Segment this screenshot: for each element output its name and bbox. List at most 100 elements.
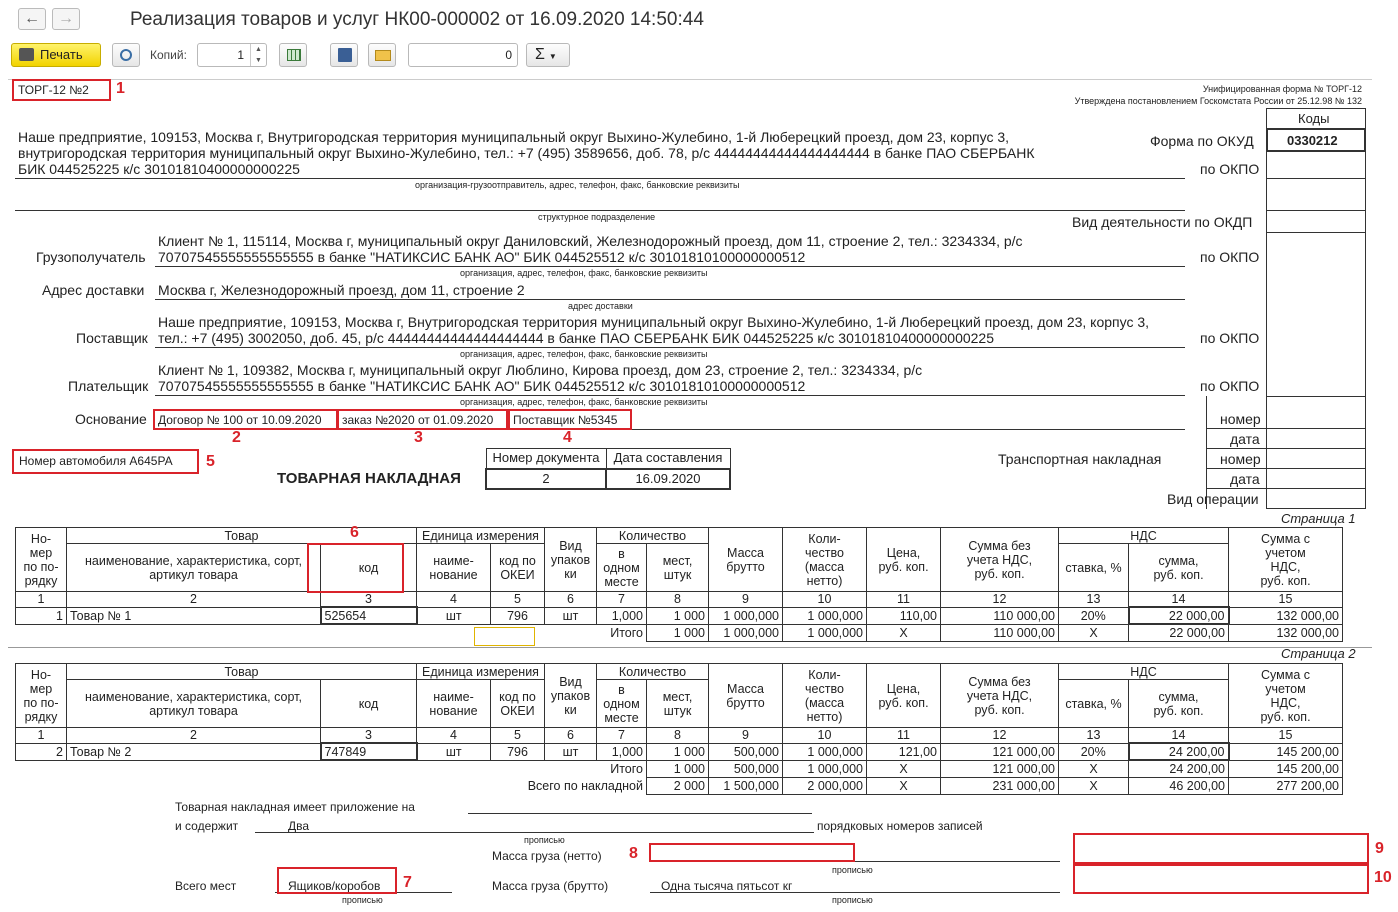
row-cell: 145 200,00 [1228, 742, 1343, 761]
column-number: 1 [15, 727, 67, 744]
contains-label: и содержит [175, 819, 239, 833]
header-sum-no-vat: Сумма без учета НДС, руб. коп. [940, 527, 1059, 592]
copies-input[interactable]: 1 ▲ ▼ [197, 43, 267, 67]
header-rate: ставка, % [1058, 679, 1129, 728]
header-qty: Количество [596, 663, 709, 680]
header-price: Цена, руб. коп. [866, 527, 941, 592]
row-cell: 1 000,000 [782, 606, 867, 625]
doc-number: 2 [485, 467, 607, 490]
delivery-label: Адрес доставки [42, 282, 145, 298]
column-number: 3 [320, 727, 417, 744]
back-button[interactable]: ← [18, 8, 46, 30]
totals-cell: 110 000,00 [940, 623, 1059, 642]
column-number: 7 [596, 591, 647, 608]
column-number: 11 [866, 727, 941, 744]
column-number: 1 [15, 591, 67, 608]
header-net: Коли-чество (масса нетто) [782, 527, 867, 592]
sum-dropdown[interactable]: Σ ▼ [526, 43, 570, 67]
row-cell: 500,000 [708, 742, 783, 761]
page-1-label: Страница 1 [1281, 511, 1356, 526]
annotation-box-9 [1073, 833, 1369, 864]
header-price: Цена, руб. коп. [866, 663, 941, 728]
row-cell: 121,00 [866, 742, 941, 761]
okpo-label-2: по ОКПО [1200, 249, 1260, 265]
consignee-line-1: Клиент № 1, 115114, Москва г, муниципаль… [158, 233, 1023, 249]
row-cell: шт [544, 606, 597, 625]
records-label: порядковых номеров записей [817, 819, 983, 833]
totals-cell: 121 000,00 [940, 759, 1059, 778]
forward-button[interactable]: → [52, 8, 80, 30]
annotation-box-8 [649, 843, 855, 862]
row-cell: Товар № 1 [66, 606, 321, 625]
okud-label: Форма по ОКУД [1150, 133, 1254, 149]
totals-label: Итого [610, 762, 643, 776]
header-goods-sub: наименование, характеристика, сорт, арти… [66, 543, 321, 592]
header-vat: НДС [1058, 527, 1229, 544]
column-number: 4 [416, 591, 491, 608]
table-row: 2 Товар № 2 747849 шт 796 шт 1,000 1 000 500,000… [15, 742, 1343, 761]
totals-cell: 1 000 [646, 623, 709, 642]
header-net: Коли-чество (масса нетто) [782, 663, 867, 728]
annotation-box-3 [337, 409, 508, 430]
column-number: 11 [866, 591, 941, 608]
delivery-caption: адрес доставки [568, 301, 633, 311]
propisyu-caption-4: прописью [832, 895, 873, 905]
header-no: Но-мер по по-рядку [15, 663, 67, 728]
totals-cell: X [1058, 623, 1129, 642]
column-number: 14 [1128, 727, 1229, 744]
column-number: 7 [596, 727, 647, 744]
column-number: 2 [66, 591, 321, 608]
totals-label: Итого [610, 626, 643, 640]
column-number: 12 [940, 591, 1059, 608]
department-caption: структурное подразделение [538, 212, 656, 222]
annotation-7: 7 [403, 874, 412, 891]
header-vat: НДС [1058, 663, 1229, 680]
places-label: Всего мест [175, 879, 237, 893]
table-edit-button[interactable] [279, 43, 307, 67]
preview-button[interactable] [112, 43, 140, 67]
row-cell: 796 [490, 606, 545, 625]
row-cell: 1 000,000 [708, 606, 783, 625]
basis-label: Основание [75, 411, 147, 427]
column-number: 2 [66, 727, 321, 744]
save-button[interactable] [330, 43, 358, 67]
supplier-line-1: Наше предприятие, 109153, Москва г, Внут… [158, 314, 1150, 330]
shipper-line-1: Наше предприятие, 109153, Москва г, Внут… [18, 129, 1010, 145]
totals-cell: X [866, 776, 941, 795]
shipper-line-3: БИК 044525225 к/с 30101810400000000225 [18, 161, 300, 177]
row-cell: 24 200,00 [1127, 742, 1230, 761]
floppy-icon [338, 48, 352, 62]
column-number: 5 [490, 727, 545, 744]
totals-row: Итого 1 000 500,000 1 000,000 X 121 000,00 X 24… [16, 759, 1343, 778]
header-goods: Товар [66, 663, 417, 680]
supplier-label: Поставщик [76, 330, 148, 346]
totals-cell: 500,000 [708, 759, 783, 778]
table-row: 1 Товар № 1 525654 шт 796 шт 1,000 1 000 1 000,0… [15, 606, 1343, 625]
doc-title: ТОВАРНАЯ НАКЛАДНАЯ [277, 470, 461, 487]
header-okei: код по ОКЕИ [490, 543, 545, 592]
header-total: Сумма с учетом НДС, руб. коп. [1228, 527, 1343, 592]
spinner-icon[interactable]: ▲ ▼ [250, 44, 266, 66]
column-number: 6 [544, 591, 597, 608]
header-pack: Вид упаков ки [544, 663, 597, 728]
totals-cell: 46 200,00 [1128, 776, 1229, 795]
totals-cell: 132 000,00 [1228, 623, 1343, 642]
print-button[interactable]: Печать [11, 43, 101, 67]
header-gross: Масса брутто [708, 663, 783, 728]
supplier-caption: организация, адрес, телефон, факс, банко… [460, 349, 708, 359]
header-goods: Товар [66, 527, 417, 544]
selected-cell[interactable] [474, 627, 535, 646]
annotation-box-10 [1073, 864, 1369, 894]
row-cell: 796 [490, 742, 545, 761]
annotation-5: 5 [206, 453, 215, 470]
row-cell: 121 000,00 [940, 742, 1059, 761]
row-cell: шт [416, 606, 491, 625]
sum-field[interactable]: 0 [408, 43, 518, 67]
shipper-line-2: внутригородская территория муниципальный… [18, 145, 1035, 161]
totals-cell: 2 000,000 [782, 776, 867, 795]
header-no: Но-мер по по-рядку [15, 527, 67, 592]
column-number: 9 [708, 727, 783, 744]
column-number: 4 [416, 727, 491, 744]
email-button[interactable] [368, 43, 396, 67]
header-qty: Количество [596, 527, 709, 544]
